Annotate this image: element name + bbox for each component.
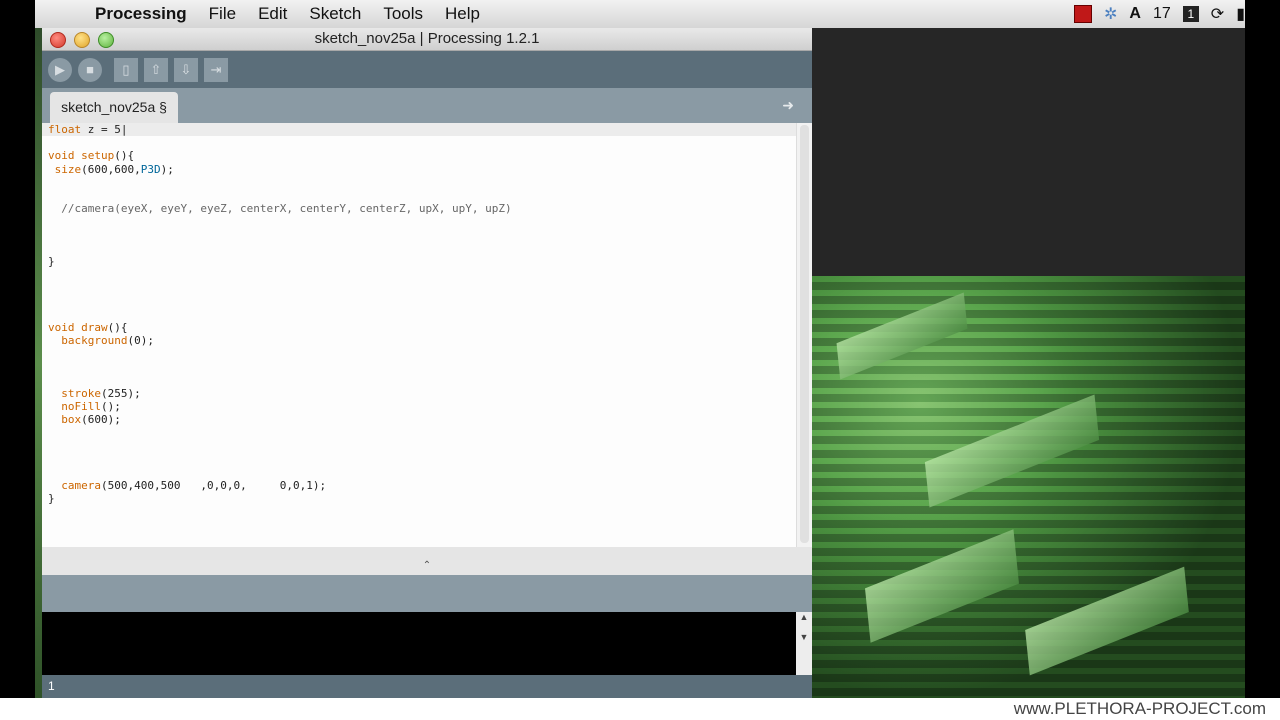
render-shard (836, 292, 968, 380)
code-line[interactable] (48, 360, 512, 373)
code-line[interactable]: } (48, 255, 512, 268)
run-button[interactable]: ▶ (48, 57, 72, 82)
message-area (42, 575, 812, 612)
code-editor[interactable]: float z = 5| void setup(){ size(600,600,P… (42, 123, 796, 547)
window-controls (50, 32, 114, 48)
menu-edit[interactable]: Edit (258, 4, 287, 24)
code-line[interactable] (48, 440, 512, 453)
menu-file[interactable]: File (209, 4, 236, 24)
play-icon: ▶ (55, 61, 65, 77)
screen-edge (1245, 0, 1280, 698)
save-button[interactable]: ⇩ (174, 57, 198, 82)
code-line[interactable]: size(600,600,P3D); (48, 163, 512, 176)
stop-button[interactable]: ■ (78, 57, 102, 82)
code-line[interactable]: background(0); (48, 334, 512, 347)
new-file-icon: ▯ (122, 61, 130, 77)
code-line[interactable]: void setup(){ (48, 149, 512, 162)
code-line[interactable]: void draw(){ (48, 321, 512, 334)
code-line[interactable]: camera(500,400,500 ,0,0,0, 0,0,1); (48, 479, 512, 492)
code-line[interactable]: box(600); (48, 413, 512, 426)
code-line[interactable] (48, 215, 512, 228)
menu-help[interactable]: Help (445, 4, 480, 24)
code-line[interactable] (48, 308, 512, 321)
status-count[interactable]: 17 (1153, 5, 1171, 23)
code-line[interactable] (48, 189, 512, 202)
code-line[interactable] (48, 294, 512, 307)
desktop-background (812, 28, 1245, 276)
code-text[interactable]: float z = 5| void setup(){ size(600,600,P… (48, 123, 512, 505)
editor-scroll-thumb[interactable] (800, 125, 809, 543)
split-divider[interactable]: ⌃ (42, 560, 812, 575)
console[interactable] (42, 612, 796, 675)
code-line[interactable]: noFill(); (48, 400, 512, 413)
background-strip (35, 28, 42, 698)
code-line[interactable]: //camera(eyeX, eyeY, eyeZ, centerX, cent… (48, 202, 511, 215)
adobe-icon[interactable]: A (1129, 5, 1141, 23)
menu-app[interactable]: Processing (95, 4, 187, 24)
minimize-button[interactable] (74, 32, 90, 48)
export-button[interactable]: ⇥ (204, 57, 228, 82)
tab-menu-arrow-icon[interactable]: ➜ (782, 97, 794, 114)
dropbox-icon[interactable]: ✲ (1104, 4, 1117, 24)
new-button[interactable]: ▯ (114, 57, 138, 82)
window-title: sketch_nov25a | Processing 1.2.1 (314, 30, 540, 47)
menu-bar: Processing File Edit Sketch Tools Help ✲… (35, 0, 1245, 29)
render-shard (924, 394, 1100, 508)
code-line[interactable] (48, 426, 512, 439)
tab-bar: sketch_nov25a § ➜ (42, 88, 812, 123)
screen-icon[interactable]: ▮ (1236, 4, 1245, 24)
code-line[interactable] (48, 281, 512, 294)
render-shard (865, 529, 1019, 643)
download-icon: ⇩ (180, 61, 192, 77)
menu-tools[interactable]: Tools (383, 4, 423, 24)
processing-window: sketch_nov25a | Processing 1.2.1 ▶ ■ ▯ ⇧… (42, 28, 813, 698)
console-scrollbar[interactable]: ▲ ▼ (796, 612, 812, 675)
code-line[interactable] (48, 242, 512, 255)
code-line[interactable] (48, 453, 512, 466)
editor-scrollbar[interactable] (796, 123, 813, 547)
title-bar: sketch_nov25a | Processing 1.2.1 (42, 28, 812, 51)
tab-sketch[interactable]: sketch_nov25a § (50, 92, 178, 123)
code-line[interactable] (48, 176, 512, 189)
close-button[interactable] (50, 32, 66, 48)
status-menu: ✲ A 17 1 ⟳ ▮ (1074, 0, 1245, 28)
upload-icon: ⇧ (150, 61, 162, 77)
open-button[interactable]: ⇧ (144, 57, 168, 82)
code-line[interactable] (48, 466, 512, 479)
code-line[interactable] (48, 136, 512, 149)
code-line[interactable] (48, 374, 512, 387)
watermark-text: www.PLETHORA-PROJECT.com (1013, 699, 1266, 718)
toolbar: ▶ ■ ▯ ⇧ ⇩ ⇥ (42, 51, 812, 88)
calendar-icon[interactable]: 1 (1182, 6, 1199, 22)
footer-bar: www.PLETHORA-PROJECT.com (0, 698, 1280, 720)
export-icon: ⇥ (210, 61, 222, 77)
line-number: 1 (48, 679, 55, 693)
line-status-bar: 1 (42, 675, 812, 698)
code-line[interactable]: float z = 5| (48, 123, 512, 136)
recording-icon[interactable] (1074, 5, 1093, 23)
code-line[interactable]: } (48, 492, 512, 505)
code-line[interactable] (48, 347, 512, 360)
zoom-button[interactable] (98, 32, 114, 48)
render-shard (1025, 566, 1189, 676)
sketch-render-window[interactable] (812, 276, 1245, 698)
code-line[interactable] (48, 229, 512, 242)
code-line[interactable]: stroke(255); (48, 387, 512, 400)
stop-icon: ■ (86, 62, 94, 77)
menu-sketch[interactable]: Sketch (309, 4, 361, 24)
sync-icon[interactable]: ⟳ (1211, 4, 1224, 24)
code-line[interactable] (48, 268, 512, 281)
